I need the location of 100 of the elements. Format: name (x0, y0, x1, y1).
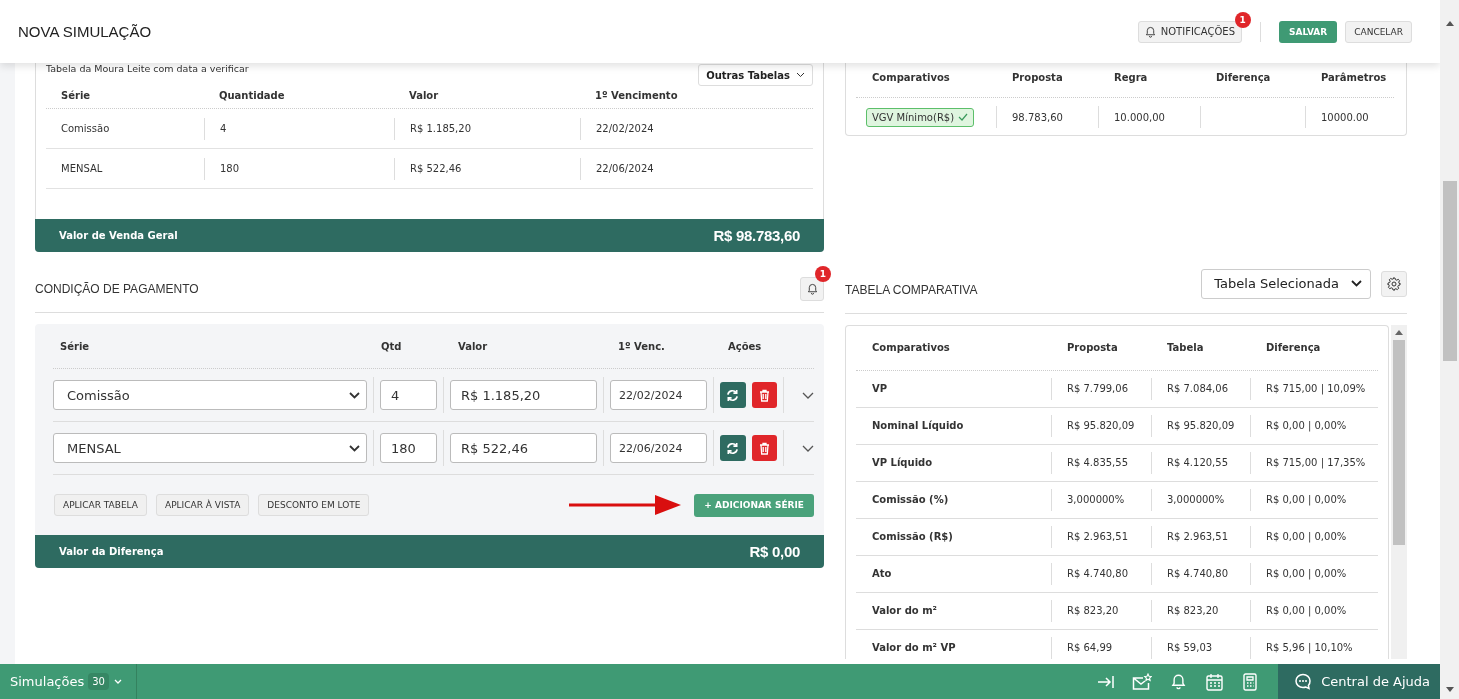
column-header: Parâmetros (1320, 71, 1388, 83)
delete-button[interactable] (751, 435, 777, 461)
alerts-button[interactable] (800, 276, 824, 301)
column-header: Regra (1113, 71, 1149, 83)
column-header: Proposta (1066, 341, 1119, 355)
action-button[interactable]: DESCONTO EM LOTE (258, 494, 370, 516)
column-header: Comparativos (871, 71, 951, 83)
table-cell: R$ 715,00 | 10,09% (1250, 378, 1378, 400)
bell-icon (1170, 673, 1186, 690)
quantity-field[interactable]: 180 (380, 433, 437, 463)
chevron-down-icon (1351, 280, 1362, 287)
chevron-down-icon (796, 72, 805, 78)
notification-badge: 1 (1234, 11, 1251, 28)
settings-icon (1387, 276, 1401, 291)
table-cell: R$ 4.120,55 (1151, 452, 1250, 474)
table-cell-text: Comissão (60, 121, 111, 136)
refresh-button[interactable] (720, 435, 746, 461)
row-label: VP (871, 382, 889, 396)
alert-badge: 1 (815, 266, 831, 282)
table-cell: 98.783,60 (996, 106, 1098, 128)
table-cell: 3,000000% (1151, 489, 1250, 511)
table-cell: 22/02/2024 (580, 117, 813, 140)
trash-icon (758, 388, 770, 402)
row-label: Valor do m² VP (871, 641, 957, 655)
table-select[interactable]: Tabela Selecionada (1201, 268, 1371, 299)
table-cell: R$ 95.820,09 (1051, 415, 1151, 437)
row-label: Comissão (%) (871, 493, 950, 507)
total-value: R$ 0,00 (749, 543, 800, 560)
table-cell: 180 (204, 157, 394, 180)
cancel-button[interactable]: CANCELAR (1345, 20, 1412, 43)
table-cell: R$ 715,00 | 17,35% (1250, 452, 1378, 474)
check-icon (958, 113, 969, 121)
chevron-down-icon (802, 391, 814, 399)
column-header: Série (60, 89, 92, 101)
table-cell: R$ 64,99 (1051, 637, 1151, 659)
column-header: Quantidade (218, 89, 286, 101)
bell-icon (1144, 25, 1156, 38)
column-header: Qtd (380, 340, 403, 352)
refresh-icon (726, 441, 740, 455)
column-header: Valor (408, 89, 440, 101)
table-cell: R$ 0,00 | 0,00% (1250, 489, 1378, 511)
scrollbar-thumb[interactable] (1442, 181, 1457, 361)
action-button[interactable]: APLICAR À VISTA (156, 494, 250, 516)
column-header: Ações (727, 340, 763, 352)
table-cell: 10000.00 (1305, 106, 1394, 128)
delete-button[interactable] (751, 382, 777, 408)
chevron-down-icon (802, 444, 814, 452)
page-title: NOVA SIMULAÇÃO (18, 23, 152, 40)
section-title: CONDIÇÃO DE PAGAMENTO (35, 281, 200, 296)
count-badge: 30 (88, 673, 109, 690)
action-button[interactable]: APLICAR TABELA (54, 494, 147, 516)
row-label: Comissão (R$) (871, 530, 954, 544)
settings-button[interactable] (1381, 270, 1407, 297)
chevron-down-icon (349, 444, 360, 452)
table-cell: 3,000000% (1051, 489, 1151, 511)
chevron-down-icon (349, 391, 360, 399)
scroll-up-icon (1395, 330, 1403, 335)
table-cell: R$ 5,96 | 10,10% (1250, 637, 1378, 659)
refresh-icon (726, 388, 740, 402)
bell-icon (806, 282, 818, 295)
column-header: Diferença (1215, 71, 1272, 83)
table-cell: R$ 823,20 (1151, 600, 1250, 622)
table-cell: R$ 0,00 | 0,00% (1250, 415, 1378, 437)
table-cell: R$ 0,00 | 0,00% (1250, 563, 1378, 585)
table-cell: R$ 0,00 | 0,00% (1250, 600, 1378, 622)
table-cell: R$ 4.740,80 (1151, 563, 1250, 585)
quantity-field[interactable]: 4 (380, 380, 437, 410)
trash-icon (758, 441, 770, 455)
section-title: TABELA COMPARATIVA (845, 282, 979, 297)
row-label: Ato (871, 567, 893, 581)
table-cell: R$ 823,20 (1051, 600, 1151, 622)
table-cell-text: MENSAL (60, 161, 104, 176)
series-select[interactable]: MENSAL (53, 433, 367, 463)
refresh-button[interactable] (720, 382, 746, 408)
table-cell: R$ 0,00 | 0,00% (1250, 526, 1378, 548)
table-cell: R$ 4.835,55 (1051, 452, 1151, 474)
table-cell: R$ 522,46 (394, 157, 580, 180)
other-tables-button[interactable]: Outras Tabelas (698, 64, 813, 86)
table-cell: 10.000,00 (1098, 106, 1200, 128)
scroll-up-icon (1445, 21, 1454, 26)
column-header: Comparativos (871, 341, 951, 355)
chevron-down-icon (113, 679, 122, 684)
date-field[interactable]: 22/06/2024 (610, 433, 707, 463)
series-select[interactable]: Comissão (53, 380, 367, 410)
date-field[interactable]: 22/02/2024 (610, 380, 707, 410)
value-field[interactable]: R$ 1.185,20 (450, 380, 597, 410)
rule-tag: VGV Mínimo(R$) (866, 107, 975, 127)
calculator-icon (1243, 672, 1258, 691)
scrollbar-thumb[interactable] (1393, 340, 1405, 545)
table-caption: Tabela da Moura Leite com data a verificar (46, 63, 249, 74)
value-field[interactable]: R$ 522,46 (450, 433, 597, 463)
table-cell: 4 (204, 117, 394, 140)
help-center-button[interactable]: Central de Ajuda (1278, 664, 1440, 699)
table-cell: R$ 59,03 (1151, 637, 1250, 659)
table-cell: R$ 4.740,80 (1051, 563, 1151, 585)
table-cell: R$ 95.820,09 (1151, 415, 1250, 437)
total-label: Valor da Diferença (59, 546, 164, 557)
table-cell: R$ 7.799,06 (1051, 378, 1151, 400)
column-header: Diferença (1265, 341, 1322, 355)
column-header: Proposta (1011, 71, 1064, 83)
